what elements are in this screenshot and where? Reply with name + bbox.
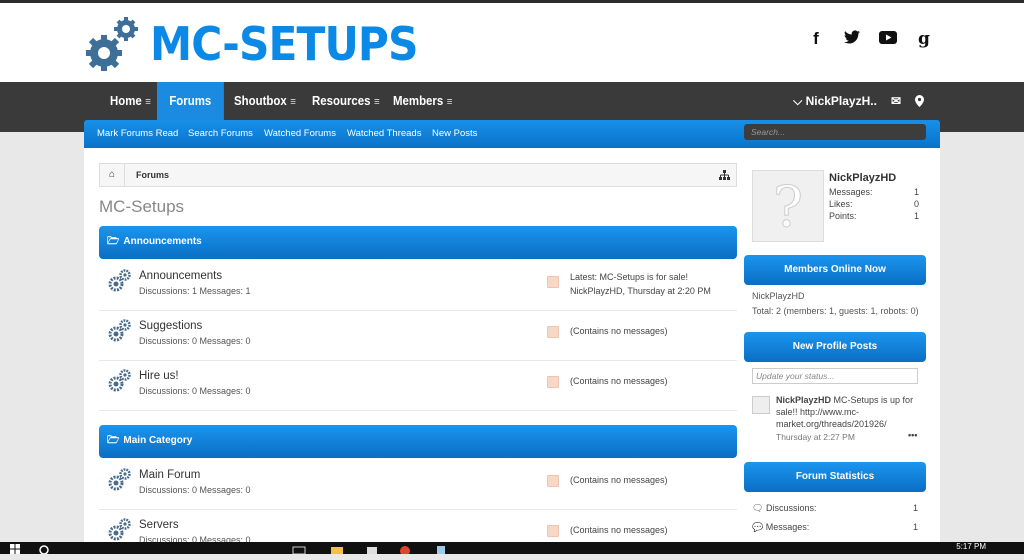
profile-posts-header: New Profile Posts <box>744 332 926 362</box>
user-menu[interactable]: ⌵ NickPlayzH.. <box>793 82 877 120</box>
search-forums-link[interactable]: Search Forums <box>188 120 253 148</box>
rss-icon[interactable] <box>547 525 559 537</box>
taskbar-clock[interactable]: 5:17 PM <box>956 542 986 552</box>
folder-icon: 🗁 <box>107 435 120 446</box>
watched-threads-link[interactable]: Watched Threads <box>347 120 421 148</box>
forum-title[interactable]: Suggestions <box>139 320 202 332</box>
avatar[interactable] <box>752 396 770 414</box>
online-member[interactable]: NickPlayzHD <box>752 291 805 301</box>
gears-icon <box>107 268 133 294</box>
profile-post-text: NickPlayzHD MC-Setups is up for sale!! h… <box>776 395 914 429</box>
profile-stat-likes: Likes: 0 <box>829 199 919 209</box>
gears-logo-icon <box>84 15 144 73</box>
breadcrumb: ⌂ Forums <box>99 163 737 187</box>
menu-icon[interactable]: ≡ <box>145 96 151 108</box>
youtube-icon[interactable] <box>878 29 898 49</box>
user-nav: ⌵ NickPlayzH.. ✉ <box>793 82 924 120</box>
forum-stats: Discussions: 0 Messages: 0 <box>139 386 251 396</box>
forum-title[interactable]: Main Forum <box>139 469 200 481</box>
inbox-icon[interactable]: ✉ <box>891 82 901 120</box>
more-options-icon[interactable]: ••• <box>908 430 917 440</box>
os-taskbar: 5:17 PM <box>0 542 1024 556</box>
stat-discussions: 🗨 Discussions: 1 <box>752 503 918 513</box>
members-online-header: Members Online Now <box>744 255 926 285</box>
gears-icon <box>107 368 133 394</box>
forum-title[interactable]: Announcements <box>139 270 222 282</box>
nav-members[interactable]: Members ≡ <box>393 82 452 120</box>
new-posts-link[interactable]: New Posts <box>432 120 477 148</box>
gears-icon <box>107 318 133 344</box>
store-icon[interactable] <box>365 544 379 554</box>
sub-navbar: Mark Forums Read Search Forums Watched F… <box>84 120 940 148</box>
browser-icon[interactable] <box>398 544 412 556</box>
forum-row-main-forum[interactable]: Main Forum Discussions: 0 Messages: 0 (C… <box>99 459 737 510</box>
nav-home[interactable]: Home ≡ <box>110 82 151 120</box>
forum-stats: Discussions: 1 Messages: 1 <box>139 286 251 296</box>
menu-icon[interactable]: ≡ <box>447 96 453 108</box>
site-header: MC-SETUPS f g <box>0 3 1024 82</box>
forum-row-suggestions[interactable]: Suggestions Discussions: 0 Messages: 0 (… <box>99 310 737 361</box>
profile-name[interactable]: NickPlayzHD <box>829 172 896 184</box>
menu-icon[interactable]: ≡ <box>374 96 380 108</box>
menu-icon[interactable]: ≡ <box>290 96 296 108</box>
rss-icon[interactable] <box>547 376 559 388</box>
breadcrumb-item-forums[interactable]: Forums <box>136 164 169 186</box>
last-post-info: (Contains no messages) <box>570 376 668 386</box>
gears-icon <box>107 467 133 493</box>
location-pin-icon[interactable] <box>915 82 924 120</box>
avatar[interactable]: ? <box>752 170 824 242</box>
category-header-announcements[interactable]: 🗁 Announcements <box>99 226 737 259</box>
forum-stats: Discussions: 0 Messages: 0 <box>139 336 251 346</box>
rss-icon[interactable] <box>547 475 559 487</box>
svg-text:?: ? <box>773 175 803 240</box>
category-header-main-category[interactable]: 🗁 Main Category <box>99 425 737 458</box>
comment-icon: 💬 <box>752 522 764 532</box>
folder-icon: 🗁 <box>107 236 120 247</box>
last-post-info: (Contains no messages) <box>570 326 668 336</box>
last-post-info: (Contains no messages) <box>570 475 668 485</box>
main-content: ⌂ Forums MC-Setups 🗁 Announcements Announ… <box>84 148 940 560</box>
online-total: Total: 2 (members: 1, guests: 1, robots:… <box>752 306 919 316</box>
rss-icon[interactable] <box>547 276 559 288</box>
nav-forums[interactable]: Forums <box>157 82 224 120</box>
sitemap-icon[interactable] <box>719 164 730 188</box>
google-plus-icon[interactable]: g <box>914 29 934 49</box>
facebook-icon[interactable]: f <box>806 29 826 49</box>
rss-icon[interactable] <box>547 326 559 338</box>
nav-shoutbox[interactable]: Shoutbox ≡ <box>234 82 296 120</box>
search-icon[interactable] <box>38 544 52 555</box>
logo-text: MC-SETUPS <box>150 17 418 71</box>
forum-statistics-header: Forum Statistics <box>744 462 926 492</box>
file-explorer-icon[interactable] <box>330 544 344 554</box>
forum-stats: Discussions: 0 Messages: 0 <box>139 485 251 495</box>
comments-icon: 🗨 <box>752 503 764 513</box>
watched-forums-link[interactable]: Watched Forums <box>264 120 336 148</box>
chevron-down-icon: ⌵ <box>793 94 803 108</box>
profile-stat-points: Points: 1 <box>829 211 919 221</box>
last-post-info: (Contains no messages) <box>570 525 668 535</box>
task-view-icon[interactable] <box>292 544 306 555</box>
gears-icon <box>107 517 133 543</box>
forum-title[interactable]: Hire us! <box>139 370 179 382</box>
app-icon[interactable] <box>434 544 448 554</box>
profile-stat-messages: Messages: 1 <box>829 187 919 197</box>
home-icon[interactable]: ⌂ <box>100 164 125 186</box>
profile-post-time[interactable]: Thursday at 2:27 PM <box>776 432 855 442</box>
social-links: f g <box>806 29 934 49</box>
last-post-info: Latest: MC-Setups is for sale! NickPlayz… <box>570 272 711 296</box>
page-title: MC-Setups <box>99 197 185 216</box>
windows-start-icon[interactable] <box>10 544 24 554</box>
search-input[interactable]: Search... <box>744 124 926 140</box>
status-input[interactable]: Update your status... <box>752 368 918 384</box>
mark-forums-read-link[interactable]: Mark Forums Read <box>97 120 178 148</box>
stat-messages: 💬 Messages: 1 <box>752 522 918 532</box>
forum-row-announcements[interactable]: Announcements Discussions: 1 Messages: 1… <box>99 260 737 311</box>
forum-row-hire-us[interactable]: Hire us! Discussions: 0 Messages: 0 (Con… <box>99 360 737 411</box>
twitter-icon[interactable] <box>842 29 862 49</box>
site-logo[interactable]: MC-SETUPS <box>84 15 441 73</box>
forum-title[interactable]: Servers <box>139 519 179 531</box>
nav-resources[interactable]: Resources ≡ <box>312 82 380 120</box>
